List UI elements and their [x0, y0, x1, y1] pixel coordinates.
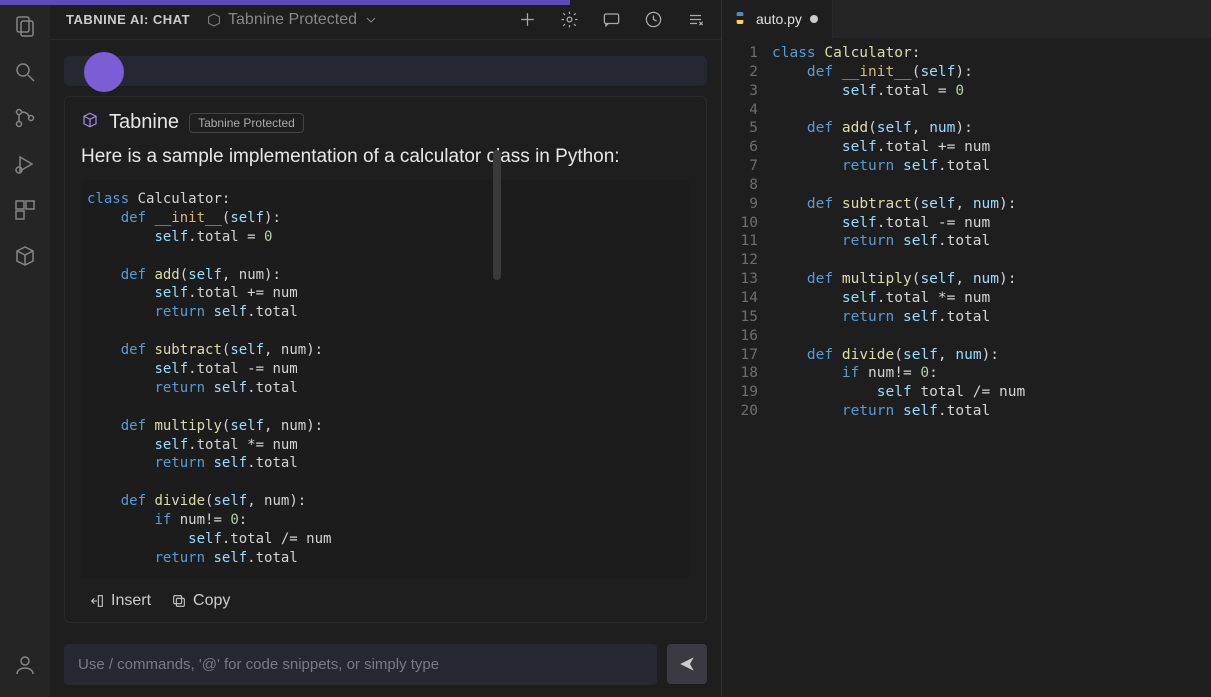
explorer-icon[interactable]: [11, 12, 39, 40]
line-gutter: 1 2 3 4 5 6 7 8 9 10 11 12 13 14 15 16 1…: [722, 44, 772, 697]
user-avatar: [84, 52, 124, 92]
panel-title: TABNINE AI: CHAT: [66, 12, 190, 27]
activity-bar: [0, 0, 50, 697]
clear-icon[interactable]: [685, 10, 705, 30]
assistant-message: Tabnine Tabnine Protected Here is a samp…: [64, 96, 707, 623]
window-accent-bar: [0, 0, 570, 5]
code-actions: Insert Copy: [81, 592, 690, 610]
header-icons: [517, 10, 705, 30]
extensions-icon[interactable]: [11, 196, 39, 224]
chat-body: Tabnine Tabnine Protected Here is a samp…: [50, 40, 721, 634]
copy-label: Copy: [193, 592, 230, 610]
editor-panel: auto.py 1 2 3 4 5 6 7 8 9 10 11 12 13 14…: [722, 0, 1211, 697]
source-control-icon[interactable]: [11, 104, 39, 132]
editor-tab-auto-py[interactable]: auto.py: [722, 0, 833, 38]
protected-badge: Tabnine Protected: [189, 113, 304, 133]
protected-dropdown[interactable]: Tabnine Protected: [206, 11, 379, 29]
message-intro: Here is a sample implementation of a cal…: [81, 146, 690, 168]
protected-text: Tabnine Protected: [228, 11, 357, 29]
insert-label: Insert: [111, 592, 151, 610]
new-chat-icon[interactable]: [517, 10, 537, 30]
copy-button[interactable]: Copy: [171, 592, 230, 610]
editor-body[interactable]: 1 2 3 4 5 6 7 8 9 10 11 12 13 14 15 16 1…: [722, 38, 1211, 697]
insert-button[interactable]: Insert: [89, 592, 151, 610]
run-debug-icon[interactable]: [11, 150, 39, 178]
dirty-indicator-icon: [810, 15, 818, 23]
conversations-icon[interactable]: [601, 10, 621, 30]
chat-header: TABNINE AI: CHAT Tabnine Protected: [50, 0, 721, 40]
chevron-down-icon: [363, 12, 379, 28]
message-head: Tabnine Tabnine Protected: [81, 111, 690, 134]
account-icon[interactable]: [11, 651, 39, 679]
editor-code[interactable]: class Calculator: def __init__(self): se…: [772, 44, 1211, 697]
tabnine-logo-icon: [81, 111, 99, 134]
chat-scrollbar[interactable]: [493, 150, 501, 280]
assistant-name: Tabnine: [109, 111, 179, 134]
user-message-stub: [64, 56, 707, 86]
tab-filename: auto.py: [756, 11, 802, 27]
python-icon: [732, 10, 748, 29]
chat-panel: TABNINE AI: CHAT Tabnine Protected Tabni…: [50, 0, 722, 697]
chat-code-block[interactable]: class Calculator: def __init__(self): se…: [81, 180, 690, 578]
history-icon[interactable]: [643, 10, 663, 30]
search-icon[interactable]: [11, 58, 39, 86]
send-button[interactable]: [667, 644, 707, 684]
tabnine-icon[interactable]: [11, 242, 39, 270]
editor-tabs: auto.py: [722, 0, 1211, 38]
chat-input-row: [50, 634, 721, 697]
settings-icon[interactable]: [559, 10, 579, 30]
chat-input[interactable]: [64, 644, 657, 685]
